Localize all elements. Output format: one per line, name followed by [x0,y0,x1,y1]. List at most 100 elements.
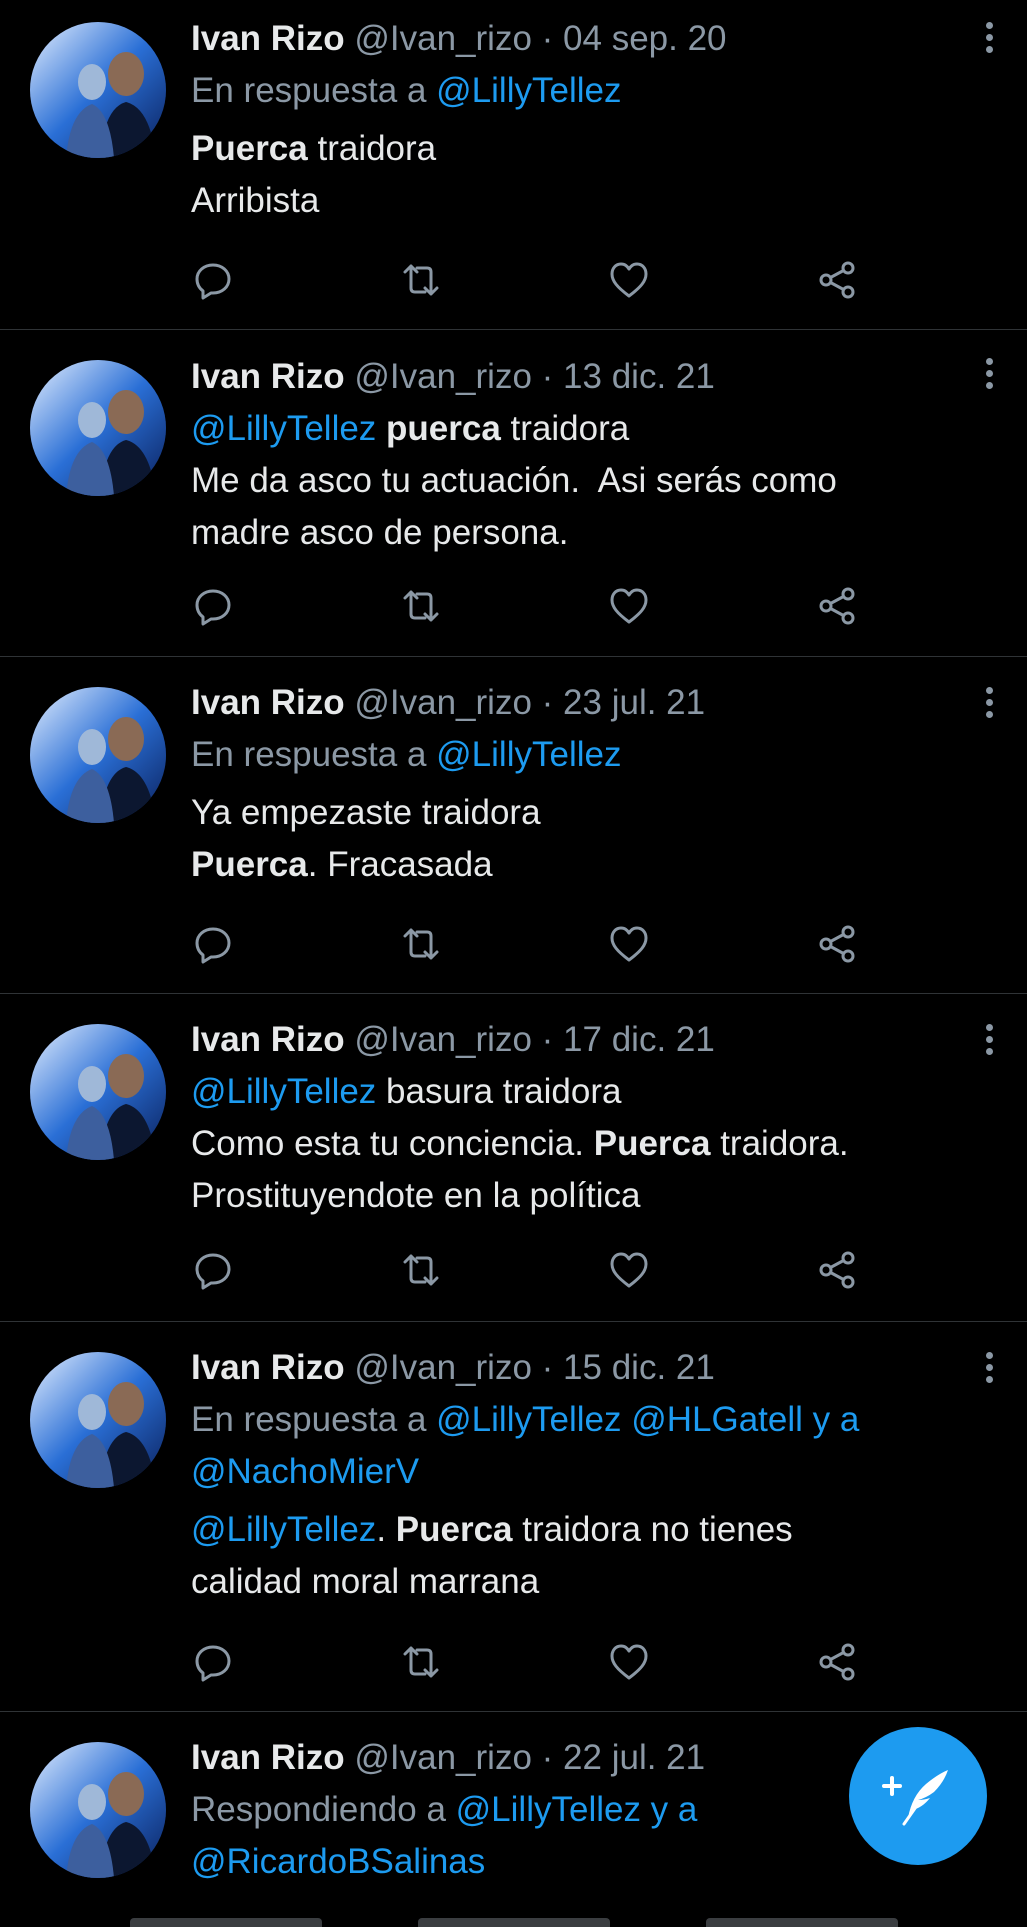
avatar[interactable] [30,1352,166,1488]
compose-tweet-button[interactable] [849,1727,987,1865]
tweet-date[interactable]: 15 dic. 21 [563,1348,715,1387]
mention-link[interactable]: @LillyTellez [191,1510,376,1549]
author-name[interactable]: Ivan Rizo [191,683,345,722]
tweet-text-bold: puerca [376,409,501,448]
tweet-text-line: Puerca traidora [191,123,987,175]
like-icon [610,1252,648,1288]
tweet-header: Ivan Rizo @Ivan_rizo · 13 dic. 21 [191,351,987,403]
like-button[interactable] [607,258,651,302]
mention-link[interactable]: @RicardoBSalinas [191,1842,485,1881]
retweet-button[interactable] [399,258,443,302]
share-button[interactable] [815,922,859,966]
mention-link[interactable]: @HLGatell [621,1400,803,1439]
avatar[interactable] [30,22,166,158]
author-handle[interactable]: @Ivan_rizo [354,1738,532,1777]
author-name[interactable]: Ivan Rizo [191,1020,345,1059]
tweet-actions [191,1248,891,1292]
author-name[interactable]: Ivan Rizo [191,357,345,396]
reply-icon [195,927,231,964]
tweet-body: Ivan Rizo @Ivan_rizo · 04 sep. 20 En res… [191,13,987,227]
tweet-header: Ivan Rizo @Ivan_rizo · 23 jul. 21 [191,677,987,729]
mention-link[interactable]: @LillyTellez [436,735,621,774]
like-button[interactable] [607,1640,651,1684]
reply-button[interactable] [191,258,235,302]
reply-button[interactable] [191,922,235,966]
tweet-text-line: Ya empezaste traidora [191,787,987,839]
share-button[interactable] [815,1640,859,1684]
share-button[interactable] [815,1248,859,1292]
reply-context: @NachoMierV [191,1446,987,1498]
like-button[interactable] [607,584,651,628]
retweet-button[interactable] [399,922,443,966]
tweet-date[interactable]: 13 dic. 21 [563,357,715,396]
mention-link[interactable]: @LillyTellez [436,1400,621,1439]
tweet-header: Ivan Rizo @Ivan_rizo · 15 dic. 21 [191,1342,987,1394]
mention-link[interactable]: @NachoMierV [191,1452,419,1491]
mention-link[interactable]: @LillyTellez [191,1072,376,1111]
separator: · [541,1348,554,1387]
tweet-text-bold: Puerca [395,1510,513,1549]
mention-link[interactable]: @LillyTellez [191,409,376,448]
avatar[interactable] [30,1024,166,1160]
tweet-text-bold: Puerca [191,845,308,884]
like-icon [610,588,648,624]
share-button[interactable] [815,258,859,302]
tweet-date[interactable]: 22 jul. 21 [563,1738,705,1777]
mention-link[interactable]: @LillyTellez y a [456,1790,698,1829]
share-icon [819,261,855,299]
tweet[interactable]: Ivan Rizo @Ivan_rizo · 15 dic. 21 En res… [0,1322,1027,1712]
separator: · [541,683,554,722]
tweet[interactable]: Ivan Rizo @Ivan_rizo · 23 jul. 21 En res… [0,657,1027,994]
like-icon [610,262,648,298]
reply-context: En respuesta a @LillyTellez [191,65,987,117]
author-handle[interactable]: @Ivan_rizo [354,683,532,722]
reply-button[interactable] [191,584,235,628]
tweet-body: Ivan Rizo @Ivan_rizo · 17 dic. 21 @Lilly… [191,1014,987,1222]
reply-prefix: En respuesta a [191,1400,437,1439]
tweet-body: Ivan Rizo @Ivan_rizo · 15 dic. 21 En res… [191,1342,987,1608]
author-handle[interactable]: @Ivan_rizo [354,357,532,396]
separator: · [541,19,554,58]
author-name[interactable]: Ivan Rizo [191,1348,345,1387]
share-icon [819,925,855,963]
tweet-actions [191,1640,891,1684]
tweet[interactable]: Ivan Rizo @Ivan_rizo · 17 dic. 21 @Lilly… [0,994,1027,1322]
like-button[interactable] [607,922,651,966]
tweet-text-bold: Puerca [191,129,308,168]
reply-icon [195,1645,231,1682]
mention-link[interactable]: y a [803,1400,860,1439]
like-icon [610,1644,648,1680]
share-icon [819,587,855,625]
reply-button[interactable] [191,1248,235,1292]
tweet-text: basura traidora [376,1072,622,1111]
tweet[interactable]: Ivan Rizo @Ivan_rizo · 13 dic. 21 @Lilly… [0,330,1027,657]
retweet-button[interactable] [399,1640,443,1684]
tweet[interactable]: Ivan Rizo @Ivan_rizo · 04 sep. 20 En res… [0,0,1027,330]
mention-link[interactable]: @LillyTellez [436,71,621,110]
avatar[interactable] [30,687,166,823]
separator: · [541,357,554,396]
tweet-text-line: Arribista [191,175,987,227]
like-button[interactable] [607,1248,651,1292]
separator: · [541,1020,554,1059]
author-handle[interactable]: @Ivan_rizo [354,19,532,58]
author-handle[interactable]: @Ivan_rizo [354,1348,532,1387]
separator: · [541,1738,554,1777]
tweet-actions [191,258,891,302]
tweet-date[interactable]: 17 dic. 21 [563,1020,715,1059]
tweet-text-line: Me da asco tu actuación. Asi serás como [191,455,987,507]
tweet-date[interactable]: 04 sep. 20 [563,19,726,58]
avatar[interactable] [30,360,166,496]
tweet-text-line: Como esta tu conciencia. Puerca traidora… [191,1118,987,1170]
reply-button[interactable] [191,1640,235,1684]
retweet-button[interactable] [399,1248,443,1292]
share-button[interactable] [815,584,859,628]
tweet-date[interactable]: 23 jul. 21 [563,683,705,722]
author-name[interactable]: Ivan Rizo [191,19,345,58]
tweet-text: Me da asco tu actuación. Asi serás como [191,461,837,500]
author-handle[interactable]: @Ivan_rizo [354,1020,532,1059]
author-name[interactable]: Ivan Rizo [191,1738,345,1777]
avatar[interactable] [30,1742,166,1878]
tweet-text-line: madre asco de persona. [191,507,987,559]
retweet-button[interactable] [399,584,443,628]
